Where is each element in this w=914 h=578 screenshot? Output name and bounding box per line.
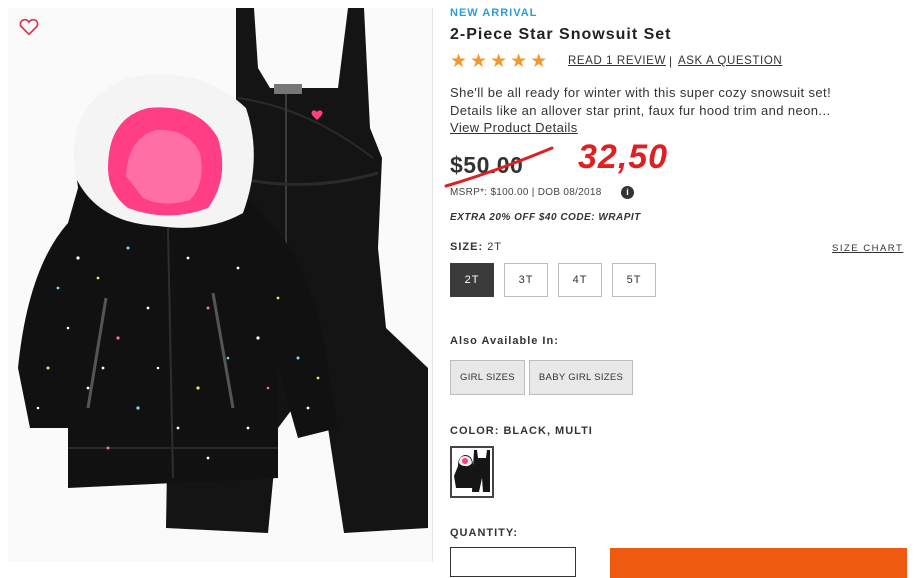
color-label-text: COLOR:	[450, 425, 500, 437]
add-to-bag-button[interactable]	[610, 548, 907, 578]
quantity-input[interactable]	[450, 547, 576, 577]
size-label-text: SIZE:	[450, 241, 484, 253]
girl-sizes-button[interactable]: GIRL SIZES	[450, 360, 525, 395]
star-icon: ★	[470, 51, 488, 72]
promo-code-text: EXTRA 20% OFF $40 CODE: WRAPIT	[450, 212, 641, 223]
size-chart-link[interactable]: SIZE CHART	[832, 243, 903, 254]
product-image	[18, 8, 428, 533]
selected-size-value: 2T	[487, 241, 503, 253]
msrp-text: MSRP*: $100.00 | DOB 08/2018	[450, 187, 602, 198]
read-reviews-link[interactable]: READ 1 REVIEW	[568, 55, 666, 67]
quantity-label: QUANTITY:	[450, 527, 519, 539]
color-swatch-black-multi[interactable]	[450, 446, 494, 498]
new-arrival-badge: NEW ARRIVAL	[450, 7, 538, 19]
selected-color-value: BLACK, MULTI	[503, 425, 593, 437]
size-option-4t[interactable]: 4T	[558, 263, 602, 297]
product-image-panel	[8, 8, 433, 562]
link-separator: |	[669, 54, 673, 68]
color-label: COLOR: BLACK, MULTI	[450, 425, 593, 437]
star-icon: ★	[530, 51, 548, 72]
also-available-options: GIRL SIZES BABY GIRL SIZES	[450, 360, 634, 395]
size-option-5t[interactable]: 5T	[612, 263, 656, 297]
product-description: She'll be all ready for winter with this…	[450, 85, 832, 118]
star-icon: ★	[450, 51, 468, 72]
rating-stars: ★ ★ ★ ★ ★	[450, 52, 547, 71]
swatch-thumbnail	[454, 450, 490, 492]
size-options: 2T 3T 4T 5T	[450, 263, 656, 297]
info-icon[interactable]: i	[621, 186, 634, 199]
view-product-details-link[interactable]: View Product Details	[450, 120, 578, 135]
size-label: SIZE: 2T	[450, 241, 502, 253]
product-title: 2-Piece Star Snowsuit Set	[450, 26, 672, 43]
handwritten-price: 32,50	[578, 138, 669, 176]
star-icon: ★	[490, 51, 508, 72]
ask-question-link[interactable]: ASK A QUESTION	[678, 55, 782, 67]
price-strikethrough-mark	[444, 146, 554, 188]
wishlist-heart-icon[interactable]	[18, 16, 40, 38]
baby-girl-sizes-button[interactable]: BABY GIRL SIZES	[528, 360, 634, 395]
size-option-2t[interactable]: 2T	[450, 263, 494, 297]
star-icon: ★	[510, 51, 528, 72]
also-available-label: Also Available In:	[450, 335, 559, 347]
size-option-3t[interactable]: 3T	[504, 263, 548, 297]
